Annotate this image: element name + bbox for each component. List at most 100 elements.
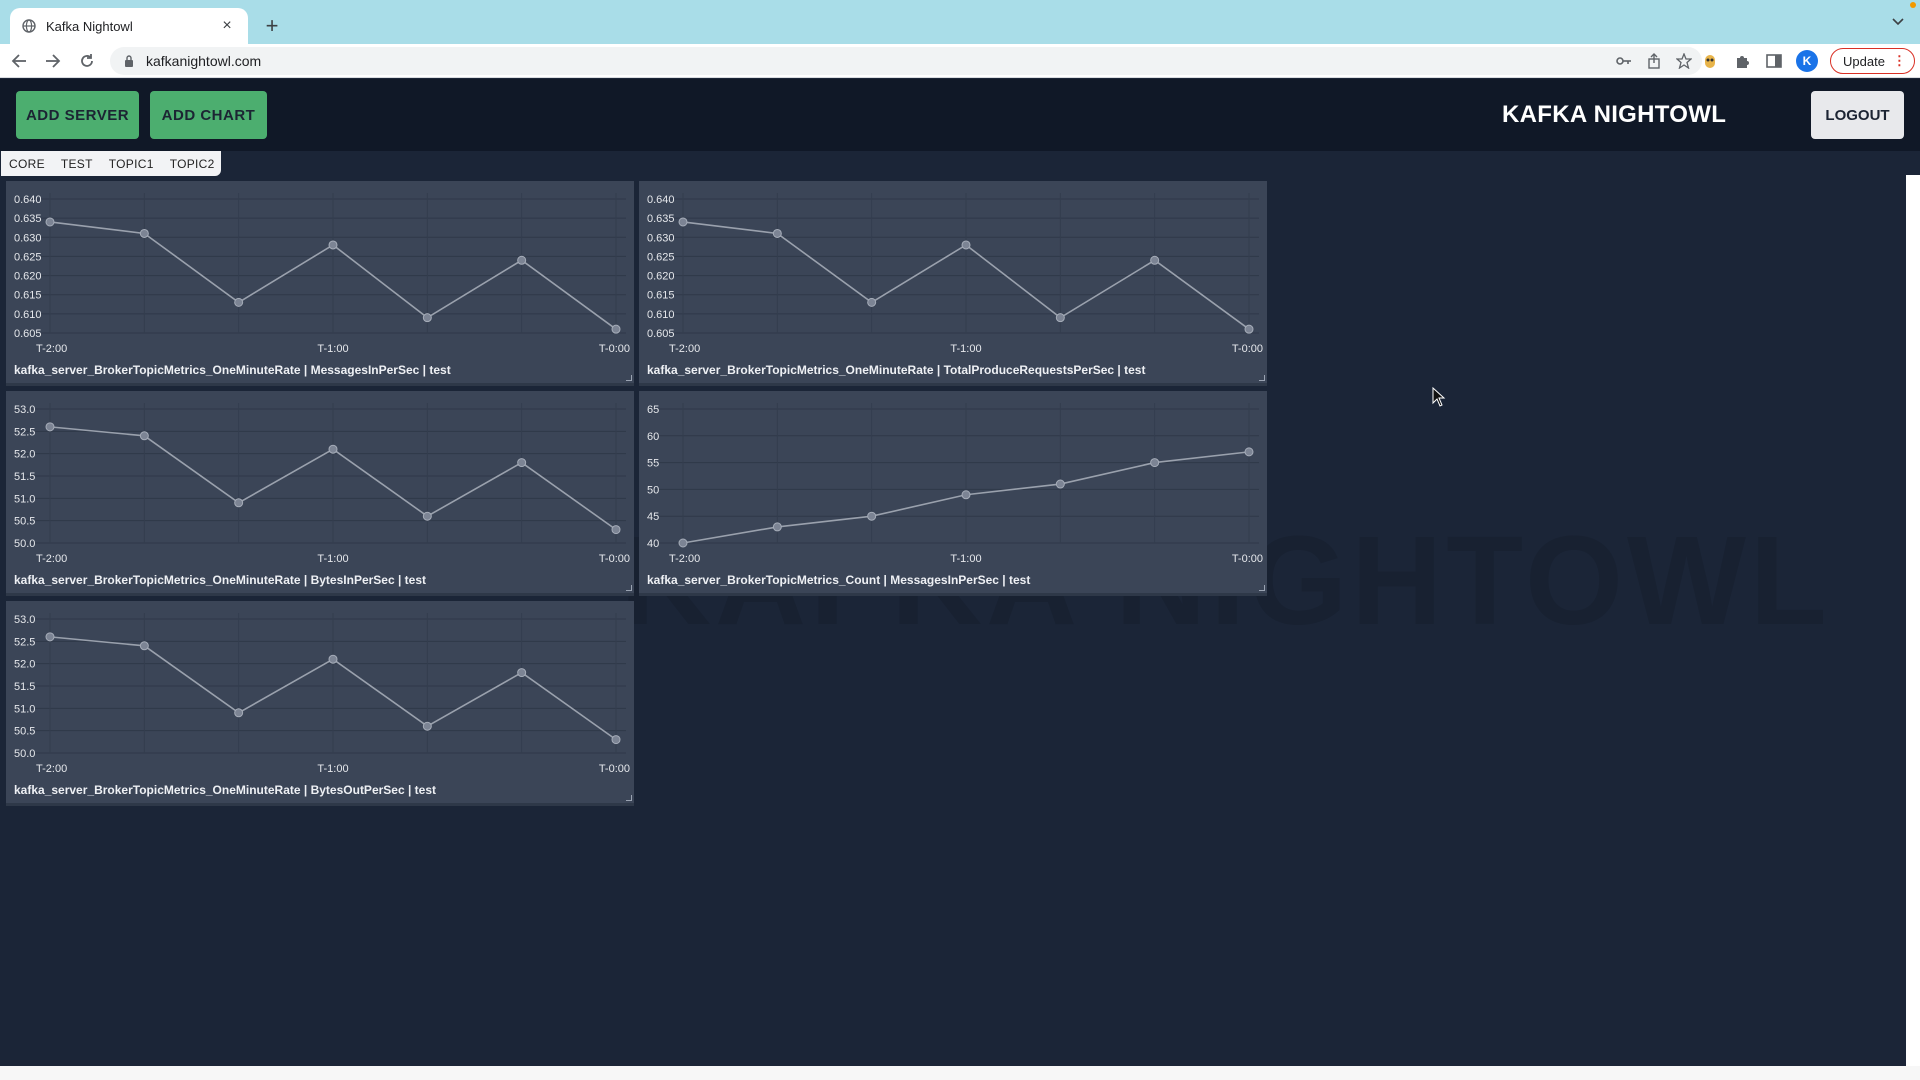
profile-avatar[interactable]: K	[1796, 50, 1818, 72]
y-tick-label: 51.0	[14, 493, 35, 505]
close-icon[interactable]: ×	[218, 17, 236, 35]
data-point	[517, 668, 527, 678]
lock-icon[interactable]	[122, 54, 136, 68]
tab-core[interactable]: CORE	[1, 157, 53, 171]
data-point	[45, 422, 55, 432]
y-tick-label: 0.640	[647, 194, 675, 206]
globe-icon	[22, 19, 36, 33]
y-tick-label: 53.0	[14, 614, 35, 626]
chart-svg: 0.640 0.635 0.630 0.625 0.620 0.615 0.610 0.605…	[14, 193, 630, 355]
tab-bar: CORE TEST TOPIC1 TOPIC2	[1, 151, 221, 176]
tab-topic2[interactable]: TOPIC2	[162, 157, 223, 171]
status-strip	[0, 1066, 1920, 1080]
y-tick-label: 52.0	[14, 449, 35, 461]
extension-owl-icon[interactable]	[1700, 51, 1720, 71]
resize-handle[interactable]	[626, 795, 632, 801]
data-point	[678, 538, 688, 548]
data-point	[961, 490, 971, 500]
browser-tabstrip: Kafka Nightowl × +	[0, 0, 1920, 44]
y-tick-label: 0.610	[14, 309, 42, 321]
y-tick-label: 50.5	[14, 516, 35, 528]
bookmark-star-icon[interactable]	[1676, 53, 1692, 69]
data-point	[234, 708, 244, 718]
chart-svg: 53.0 52.5 52.0 51.5 51.0 50.5 50.0T-2:00 T-1:00…	[14, 403, 630, 565]
x-tick-label: T-2:00	[36, 553, 67, 565]
chart-panel: 0.640 0.635 0.630 0.625 0.620 0.615 0.610 0.605…	[639, 181, 1267, 386]
chart-caption: kafka_server_BrokerTopicMetrics_Count | …	[647, 573, 1031, 587]
add-chart-button[interactable]: ADD CHART	[150, 91, 267, 139]
data-point	[772, 228, 782, 238]
resize-handle[interactable]	[1259, 585, 1265, 591]
browser-toolbar: kafkanightowl.com K Update ⋮	[0, 44, 1920, 78]
side-panel-icon[interactable]	[1764, 51, 1784, 71]
data-point	[139, 431, 149, 441]
y-tick-label: 0.625	[647, 251, 675, 263]
share-icon[interactable]	[1646, 53, 1662, 69]
resize-handle[interactable]	[626, 375, 632, 381]
chart-caption: kafka_server_BrokerTopicMetrics_OneMinut…	[14, 363, 451, 377]
chart-panel: 53.0 52.5 52.0 51.5 51.0 50.5 50.0 T-2:00 T-1:00…	[6, 601, 634, 806]
y-tick-label: 0.615	[14, 290, 42, 302]
data-point	[517, 255, 527, 265]
x-tick-label: T-1:00	[950, 343, 981, 355]
logout-button[interactable]: LOGOUT	[1811, 91, 1904, 139]
data-point	[328, 444, 338, 454]
y-tick-label: 55	[647, 458, 659, 470]
url-text: kafkanightowl.com	[146, 53, 262, 69]
y-tick-label: 51.5	[14, 471, 35, 483]
chart-svg: 65 60 55 50 45 40 T-2:00 T-1:00 T-0:00	[647, 403, 1263, 565]
tab-topic1[interactable]: TOPIC1	[101, 157, 162, 171]
chart-caption: kafka_server_BrokerTopicMetrics_OneMinut…	[647, 363, 1146, 377]
y-tick-label: 52.5	[14, 426, 35, 438]
data-point	[1150, 255, 1160, 265]
data-point	[422, 313, 432, 323]
x-tick-label: T-0:00	[1232, 553, 1263, 565]
resize-handle[interactable]	[626, 585, 632, 591]
chart-svg: 0.640 0.635 0.630 0.625 0.620 0.615 0.610 0.605…	[647, 193, 1263, 355]
data-point	[611, 735, 621, 745]
y-tick-label: 52.5	[14, 636, 35, 648]
chart-panel: 65 60 55 50 45 40 T-2:00 T-1:00 T-0:00 kafka_ser…	[639, 391, 1267, 596]
x-tick-label: T-2:00	[669, 343, 700, 355]
key-icon[interactable]	[1616, 53, 1632, 69]
x-tick-label: T-1:00	[317, 343, 348, 355]
page-scrollbar[interactable]	[1906, 175, 1920, 1066]
chevron-down-icon[interactable]	[1890, 14, 1906, 30]
y-tick-label: 60	[647, 431, 659, 443]
y-tick-label: 50.5	[14, 726, 35, 738]
data-point	[422, 721, 432, 731]
y-tick-label: 0.635	[647, 213, 675, 225]
data-point	[328, 654, 338, 664]
browser-tab[interactable]: Kafka Nightowl ×	[10, 8, 248, 44]
data-point	[328, 240, 338, 250]
update-button[interactable]: Update ⋮	[1830, 48, 1915, 74]
data-point	[867, 297, 877, 307]
y-tick-label: 0.605	[14, 328, 42, 340]
chart-panel: 53.0 52.5 52.0 51.5 51.0 50.5 50.0 T-2:00 T-1:00…	[6, 391, 634, 596]
data-point	[611, 324, 621, 334]
more-vertical-icon: ⋮	[1892, 53, 1906, 68]
tab-test[interactable]: TEST	[53, 157, 101, 171]
resize-handle[interactable]	[1259, 375, 1265, 381]
add-server-button[interactable]: ADD SERVER	[16, 91, 139, 139]
new-tab-plus-icon[interactable]: +	[258, 12, 286, 40]
back-arrow-icon[interactable]	[4, 47, 34, 75]
y-tick-label: 0.615	[647, 290, 675, 302]
x-tick-label: T-2:00	[36, 763, 67, 775]
address-bar[interactable]: kafkanightowl.com	[110, 47, 1702, 75]
x-tick-label: T-0:00	[599, 553, 630, 565]
x-tick-label: T-0:00	[599, 343, 630, 355]
data-point	[1055, 479, 1065, 489]
reload-icon[interactable]	[72, 47, 102, 75]
data-point	[517, 458, 527, 468]
extensions-puzzle-icon[interactable]	[1732, 51, 1752, 71]
forward-arrow-icon[interactable]	[38, 47, 68, 75]
chart-caption: kafka_server_BrokerTopicMetrics_OneMinut…	[14, 573, 427, 587]
data-point	[234, 498, 244, 508]
data-point	[1244, 447, 1254, 457]
data-point	[1055, 313, 1065, 323]
data-point	[772, 522, 782, 532]
x-tick-label: T-2:00	[36, 343, 67, 355]
y-tick-label: 0.620	[647, 271, 675, 283]
y-tick-label: 0.625	[14, 251, 42, 263]
